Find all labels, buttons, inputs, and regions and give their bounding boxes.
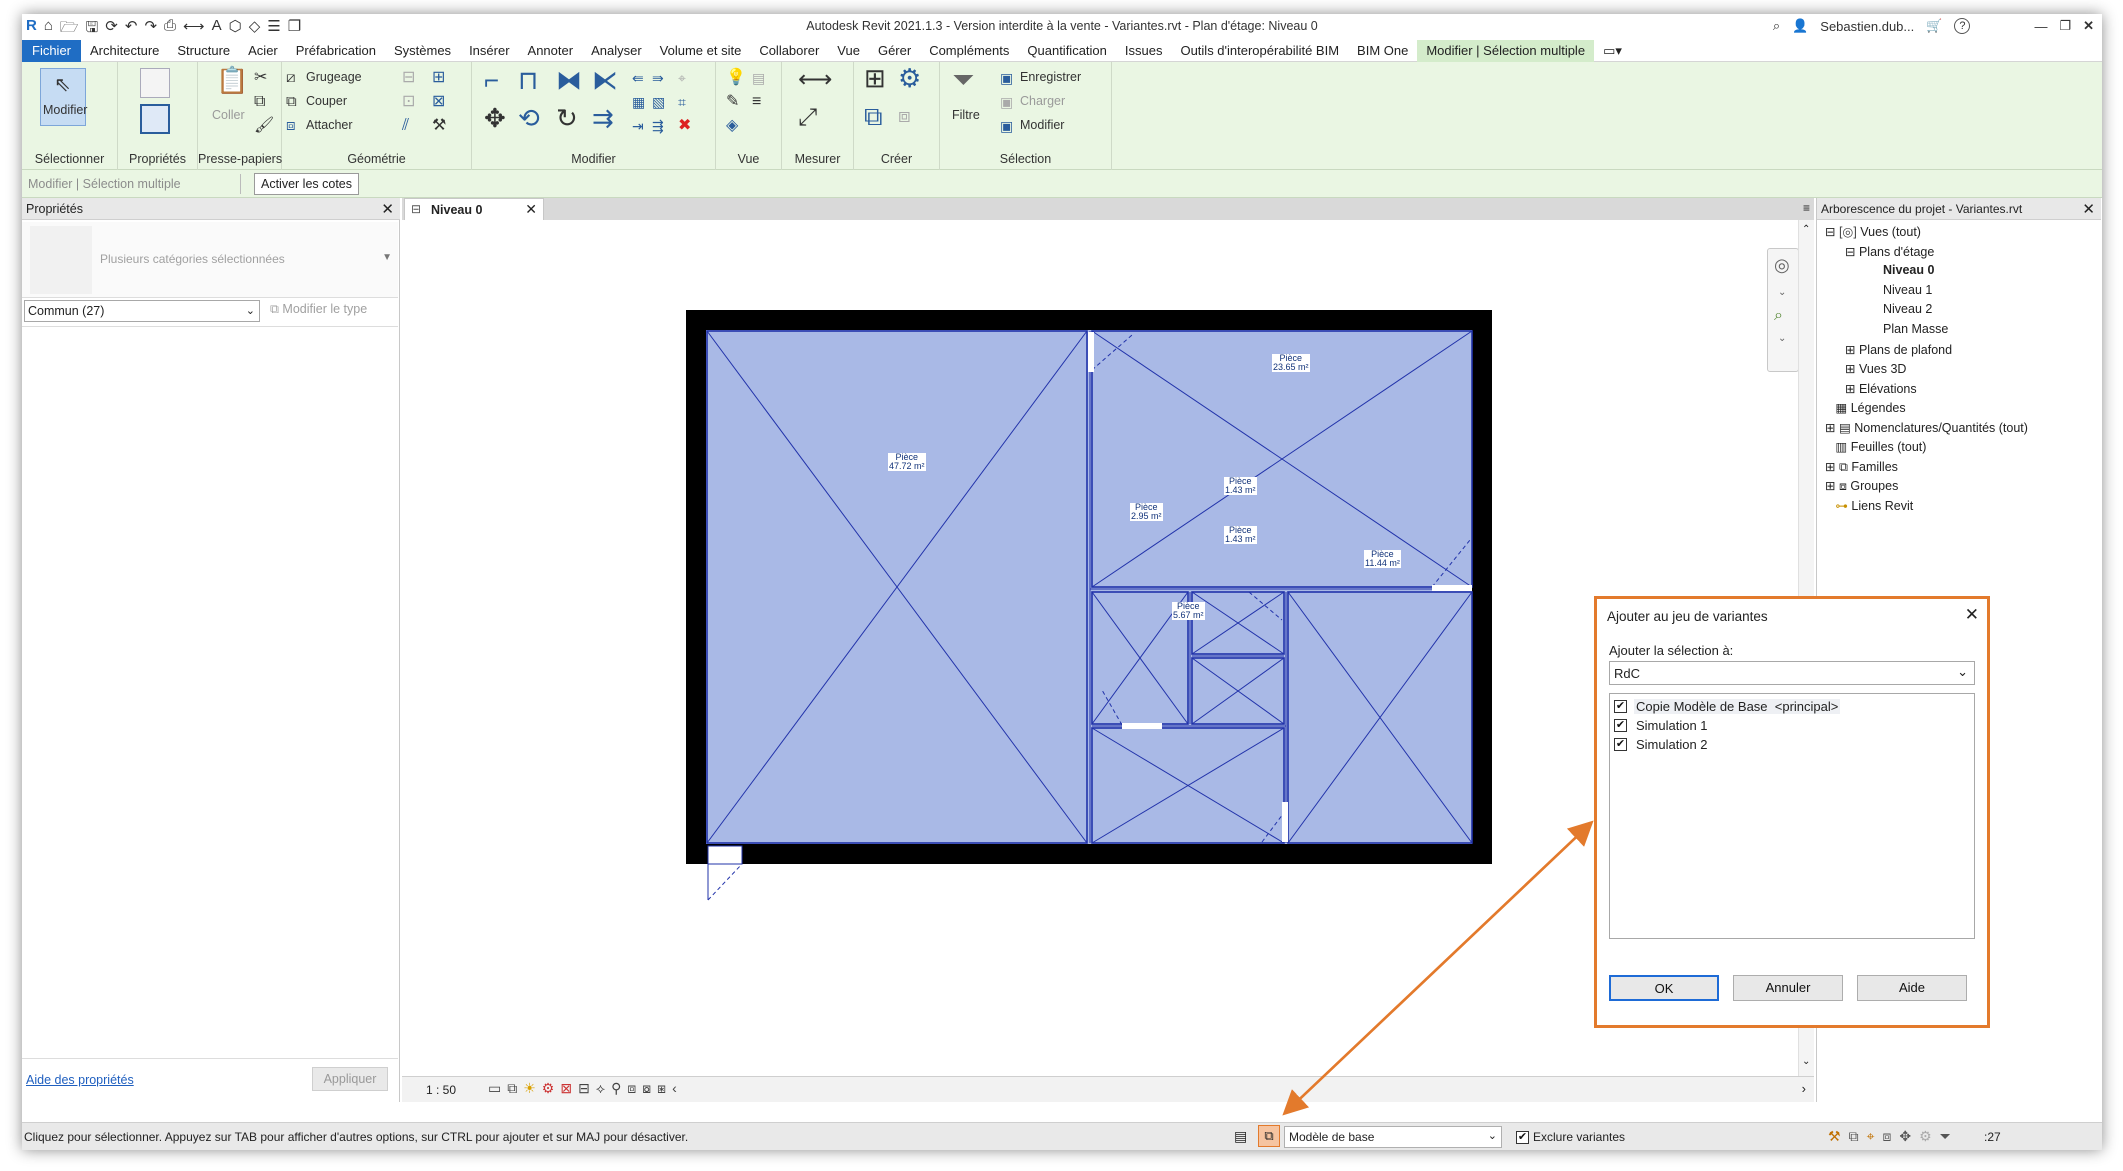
callout-arrow-back [1282,823,1591,1116]
callout-arrow-svg [1282,820,1594,1116]
revit-window: R ⌂ 🗁 🖫 ⟳ ↶ ↷ ⎙ ⟷ A ⬡ ◇ ☰ ❐ Autodesk Rev… [22,14,2102,1150]
